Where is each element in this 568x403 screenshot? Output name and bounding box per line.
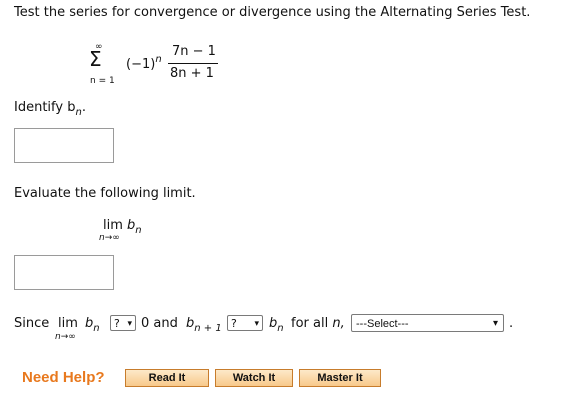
since-b-next: bn + 1: [186, 316, 222, 334]
since-b: bn: [85, 316, 100, 334]
master-it-button[interactable]: Master It: [299, 369, 381, 387]
since-tail: .: [509, 316, 514, 331]
identify-label-text: Identify b: [14, 100, 76, 115]
since-for-all-text: for all: [291, 316, 329, 331]
identify-label-sub: n: [75, 107, 82, 118]
limit-expression: lim bn: [103, 218, 142, 236]
limit-under: n→∞: [99, 233, 120, 243]
since-zero-and: 0 and: [141, 316, 178, 331]
lim-text: lim: [103, 218, 123, 233]
limit-answer-input[interactable]: [14, 255, 114, 290]
since-n: n,: [332, 316, 345, 331]
since-for-all: for all n,: [291, 316, 345, 331]
identify-label-tail: .: [81, 100, 86, 115]
sigma-symbol: Σ: [89, 47, 102, 71]
sign-base: (−1): [126, 57, 156, 72]
alternating-sign: (−1)n: [126, 54, 162, 72]
fraction-numerator: 7n − 1: [172, 44, 216, 59]
chevron-down-icon: ▾: [127, 319, 132, 329]
comparison-select-2[interactable]: ? ▾: [227, 315, 263, 331]
comparison-select-2-value: ?: [231, 317, 237, 330]
sign-exponent: n: [155, 54, 162, 65]
identify-label: Identify bn.: [14, 100, 86, 118]
since-word: Since: [14, 316, 50, 331]
conclusion-select-value: ---Select---: [356, 318, 409, 330]
conclusion-select[interactable]: ---Select--- ▾: [351, 314, 504, 332]
since-b-all-sub: n: [277, 323, 284, 334]
chevron-down-icon: ▾: [492, 318, 498, 329]
watch-it-button[interactable]: Watch It: [215, 369, 293, 387]
instruction-text: Test the series for convergence or diver…: [14, 5, 531, 20]
since-lim-under: n→∞: [55, 332, 76, 342]
identify-bn-input[interactable]: [14, 128, 114, 163]
fraction-denominator: 8n + 1: [170, 66, 214, 81]
read-it-button[interactable]: Read It: [125, 369, 209, 387]
evaluate-label: Evaluate the following limit.: [14, 186, 196, 201]
since-b-sub: n: [93, 323, 100, 334]
limit-b-sub: n: [135, 225, 142, 236]
since-lim: lim: [58, 316, 78, 331]
sigma-lower-limit: n = 1: [90, 76, 115, 86]
fraction-bar: [168, 63, 218, 64]
need-help-label: Need Help?: [22, 369, 105, 386]
chevron-down-icon: ▾: [254, 319, 259, 329]
since-b-all: bn: [269, 316, 284, 334]
since-b-next-sub: n + 1: [194, 323, 222, 334]
comparison-select-1[interactable]: ? ▾: [110, 315, 136, 331]
comparison-select-1-value: ?: [114, 317, 120, 330]
